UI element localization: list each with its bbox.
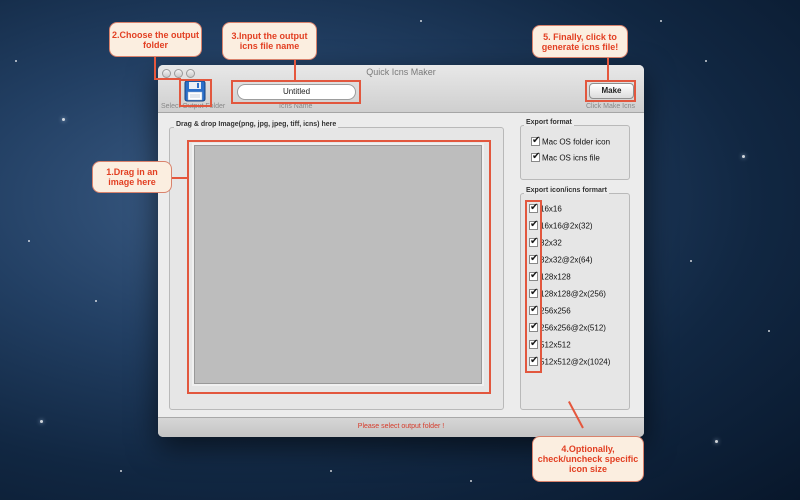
checkbox-checked[interactable]: [529, 202, 538, 214]
app-window: Quick Icns Maker Select Output Folder Un…: [158, 65, 644, 437]
star: [330, 470, 332, 472]
leader-line: [607, 57, 609, 81]
image-drop-area[interactable]: [192, 143, 484, 386]
checkbox-checked[interactable]: [529, 287, 538, 299]
size-option[interactable]: 16x16@2x(32): [529, 219, 593, 235]
star: [742, 155, 745, 158]
export-format-title: Export format: [524, 119, 574, 126]
star: [470, 480, 472, 482]
star: [705, 60, 707, 62]
star: [40, 420, 43, 423]
checkbox-checked[interactable]: [529, 338, 538, 350]
star: [120, 470, 122, 472]
checkbox-checked[interactable]: [529, 236, 538, 248]
size-option[interactable]: 256x256@2x(512): [529, 321, 606, 337]
callout-optional: 4.Optionally, check/uncheck specific ico…: [532, 436, 644, 482]
size-option[interactable]: 128x128@2x(256): [529, 287, 606, 303]
star: [28, 240, 30, 242]
size-option[interactable]: 32x32: [529, 236, 562, 252]
checkbox-checked[interactable]: [529, 321, 538, 333]
export-format-group: Mac OS folder icon Mac OS icns file: [520, 125, 630, 180]
icns-name-caption: Icns Name: [279, 103, 313, 110]
export-sizes-title: Export icon/icns formart: [524, 187, 609, 194]
leader-line: [154, 78, 181, 80]
size-option[interactable]: 16x16: [529, 202, 562, 218]
status-message: Please select output folder !: [158, 417, 644, 437]
export-format-option[interactable]: Mac OS icns file: [531, 151, 600, 167]
select-output-folder-button[interactable]: [182, 80, 208, 102]
make-caption: Click Make Icns: [586, 103, 636, 110]
checkbox-checked[interactable]: [529, 219, 538, 231]
leader-line: [294, 60, 296, 81]
star: [768, 330, 770, 332]
toolbar: Quick Icns Maker Select Output Folder Un…: [158, 65, 644, 113]
size-option[interactable]: 128x128: [529, 270, 571, 286]
star: [62, 118, 65, 121]
make-button[interactable]: Make: [589, 83, 634, 99]
star: [715, 440, 718, 443]
checkbox-checked[interactable]: [529, 355, 538, 367]
callout-choose-folder: 2.Choose the output folder: [109, 22, 202, 57]
star: [660, 20, 662, 22]
export-sizes-group: 16x16 16x16@2x(32) 32x32 32x32@2x(64) 12…: [520, 193, 630, 410]
select-output-caption: Select Output Folder: [161, 103, 226, 110]
size-option[interactable]: 512x512@2x(1024): [529, 355, 610, 371]
size-option[interactable]: 32x32@2x(64): [529, 253, 593, 269]
leader-line: [154, 56, 156, 80]
checkbox-checked[interactable]: [531, 151, 540, 163]
checkbox-checked[interactable]: [529, 304, 538, 316]
window-title: Quick Icns Maker: [366, 67, 436, 77]
leader-line: [170, 177, 188, 179]
star: [95, 300, 97, 302]
star: [15, 60, 17, 62]
size-option[interactable]: 256x256: [529, 304, 571, 320]
drop-group-title: Drag & drop Image(png, jpg, jpeg, tiff, …: [174, 121, 339, 128]
star: [690, 260, 692, 262]
callout-input-name: 3.Input the output icns file name: [222, 22, 317, 60]
checkbox-checked[interactable]: [529, 253, 538, 265]
icns-name-field[interactable]: Untitled: [237, 84, 356, 100]
callout-drag: 1.Drag in an image here: [92, 161, 172, 193]
size-option[interactable]: 512x512: [529, 338, 571, 354]
floppy-disk-icon: [184, 80, 206, 102]
checkbox-checked[interactable]: [529, 270, 538, 282]
checkbox-checked[interactable]: [531, 135, 540, 147]
callout-make: 5. Finally, click to generate icns file!: [532, 25, 628, 58]
export-format-option[interactable]: Mac OS folder icon: [531, 135, 610, 151]
star: [420, 20, 422, 22]
